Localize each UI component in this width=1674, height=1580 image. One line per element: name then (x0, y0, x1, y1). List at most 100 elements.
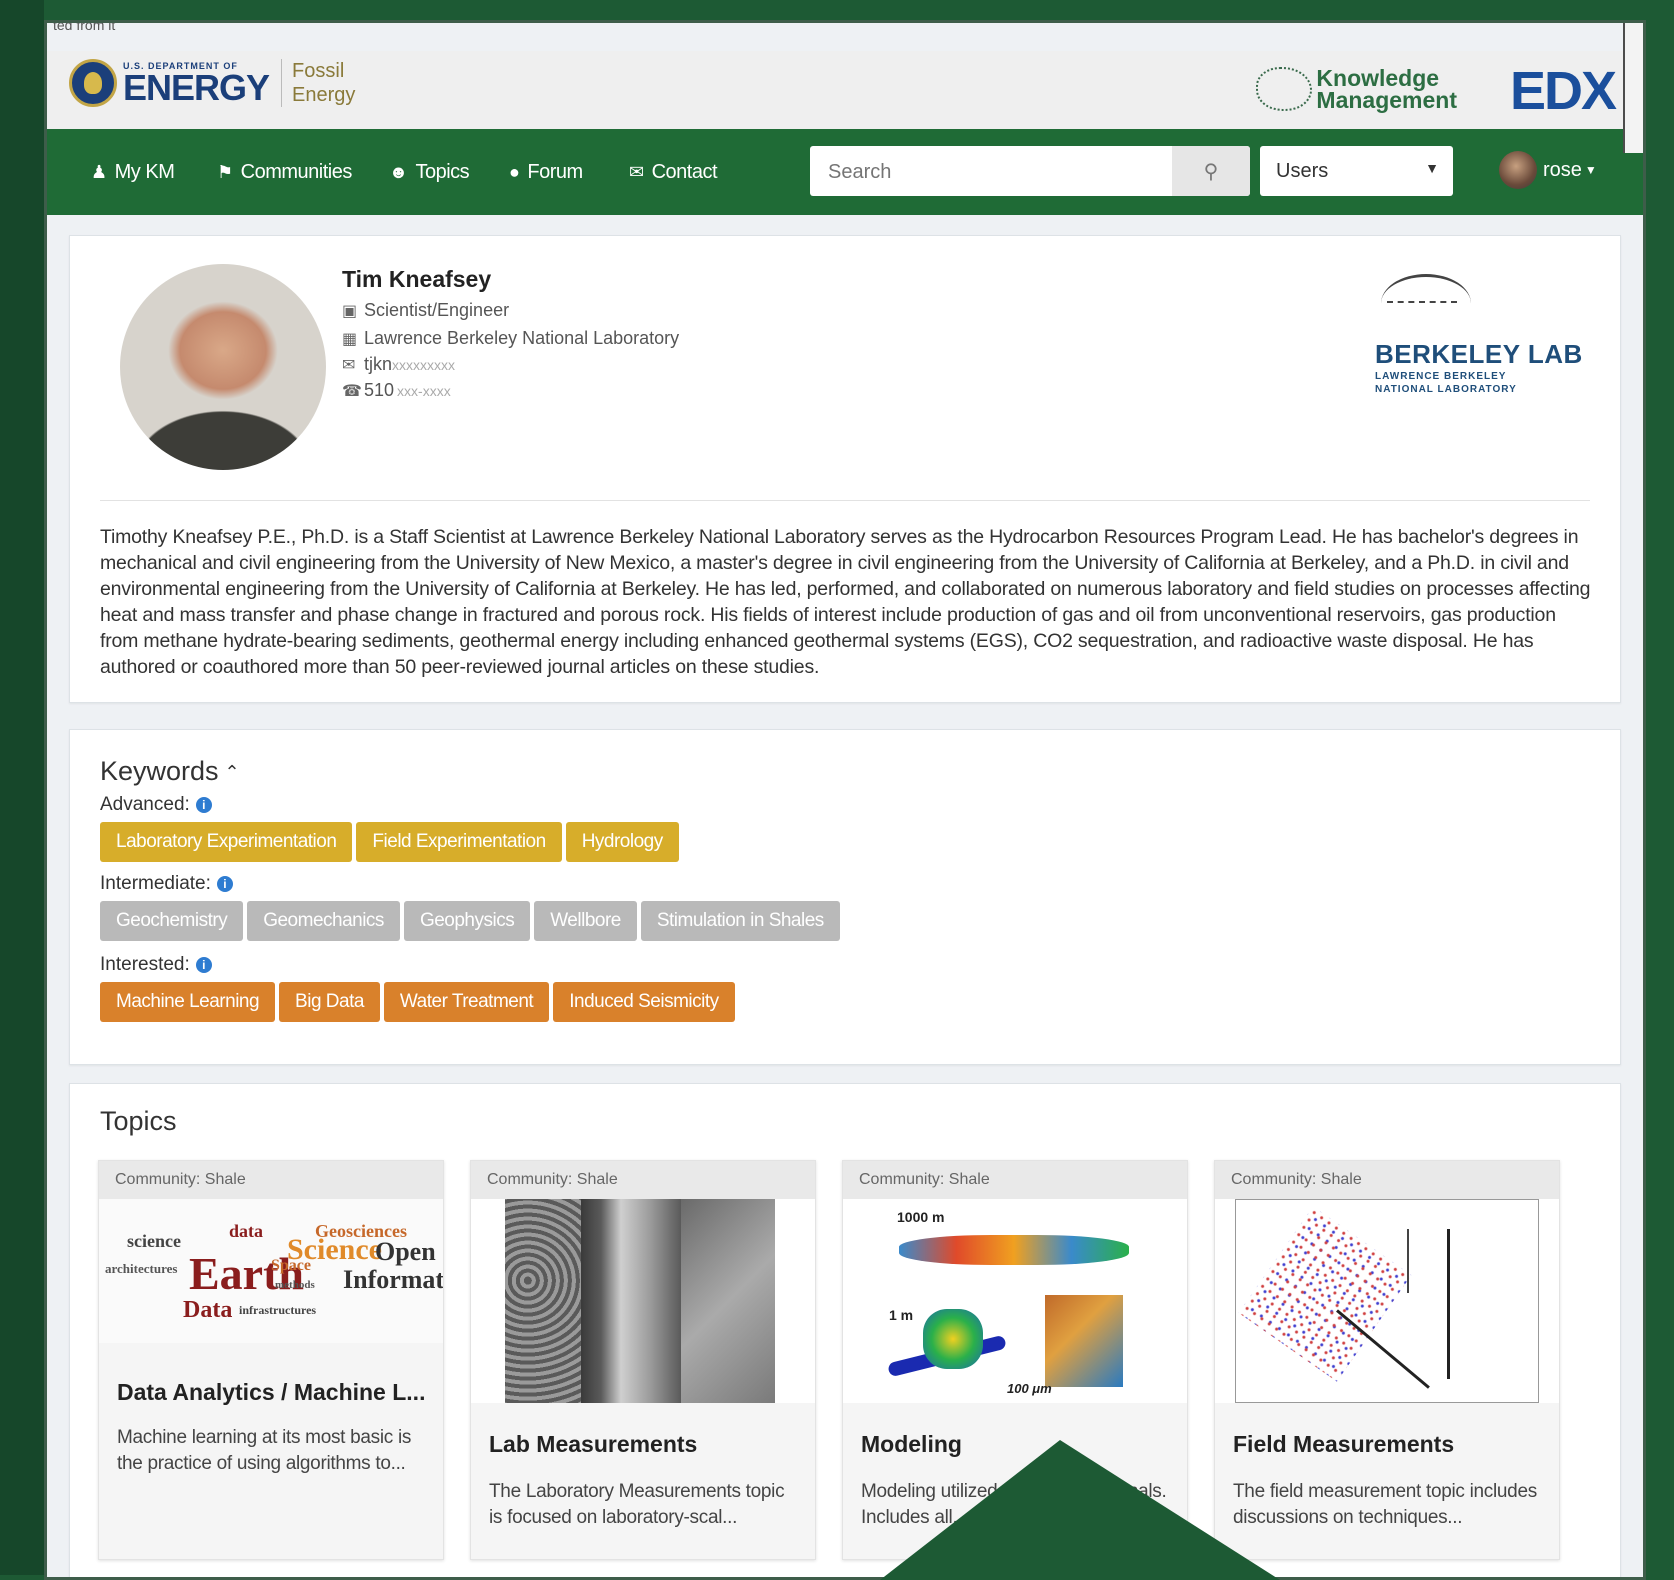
info-icon[interactable]: i (195, 956, 212, 973)
doe-wordmark: U.S. DEPARTMENT OF ENERGY (123, 61, 270, 108)
topic-card-data-analytics[interactable]: Community: Shale science data Geoscience… (98, 1160, 444, 1560)
keyword-tag[interactable]: Big Data (279, 982, 380, 1022)
topic-title[interactable]: Lab Measurements (489, 1431, 697, 1458)
user-menu[interactable]: rose ▼ (1499, 151, 1597, 189)
background-stripe (0, 0, 44, 1575)
keyword-tag[interactable]: Laboratory Experimentation (100, 822, 353, 862)
keyword-tag[interactable]: Water Treatment (383, 982, 550, 1022)
profile-email-masked: xxxxxxxxx (392, 356, 456, 373)
profile-phone-prefix: 510 (364, 380, 395, 400)
search-icon: ⚲ (1203, 160, 1219, 183)
avatar (1499, 151, 1537, 189)
nav-label: Topics (415, 161, 470, 183)
keyword-tag[interactable]: Field Experimentation (356, 822, 562, 862)
knowledge-management-logo[interactable]: Knowledge Management (1256, 65, 1457, 113)
wordcloud-word: science (127, 1231, 181, 1251)
search-box: ⚲ (810, 146, 1250, 198)
berkeley-lab-logo: BERKELEY LAB LAWRENCE BERKELEY NATIONAL … (1375, 274, 1585, 396)
nav-forum[interactable]: ● Forum (509, 161, 583, 184)
keyword-tag[interactable]: Geochemistry (100, 901, 244, 941)
topic-community: Community: Shale (99, 1161, 443, 1199)
fossil-energy-text: Fossil Energy (281, 59, 355, 107)
nav-contact[interactable]: ✉ Contact (629, 161, 718, 184)
caret-down-icon: ▼ (1425, 160, 1439, 176)
keyword-tag[interactable]: Geomechanics (247, 901, 400, 941)
keyword-tag[interactable]: Stimulation in Shales (640, 901, 840, 941)
caret-down-icon: ▼ (1584, 163, 1597, 177)
interested-tags: Machine Learning Big Data Water Treatmen… (100, 982, 735, 1022)
search-button[interactable]: ⚲ (1172, 146, 1250, 196)
km-line1: Knowledge (1316, 65, 1440, 91)
background-window (602, 20, 1646, 23)
modeling-image: 1000 m 1 m 100 μm (843, 1199, 1187, 1403)
keyword-tag[interactable]: Geophysics (403, 901, 531, 941)
profile-org-row: ▦ Lawrence Berkeley National Laboratory (342, 328, 679, 349)
advanced-label-row: Advanced: i (100, 794, 212, 816)
keyword-tag[interactable]: Hydrology (565, 822, 679, 862)
nav-communities[interactable]: ⚑ Communities (217, 161, 352, 184)
scale-label: 1 m (889, 1307, 914, 1323)
wordcloud-image: science data Geosciences Earth Space Sci… (99, 1199, 443, 1343)
wordcloud-word: Science (287, 1233, 382, 1266)
profile-phone-row: ☎ 510 xxx-xxxx (342, 380, 451, 401)
doe-logo[interactable]: U.S. DEPARTMENT OF ENERGY Fossil Energy (69, 59, 355, 107)
pore-model-graphic (1045, 1295, 1123, 1387)
km-line2: Management (1316, 87, 1457, 113)
search-input[interactable] (810, 146, 1190, 198)
info-icon[interactable]: i (216, 875, 233, 892)
info-icon[interactable]: i (195, 796, 212, 813)
lab-sub2: NATIONAL LABORATORY (1375, 384, 1517, 395)
keywords-card: Keywords ⌃ Advanced: i Laboratory Experime… (69, 729, 1621, 1065)
phone-icon: ☎ (342, 382, 362, 400)
wordcloud-word: data (229, 1221, 264, 1241)
advanced-label: Advanced: (100, 794, 190, 815)
fe-line1: Fossil (292, 60, 345, 82)
profile-phone-masked: xxx-xxxx (397, 382, 451, 399)
user-icon: ♟ (91, 162, 107, 182)
nav-topics[interactable]: ☻ Topics (389, 161, 470, 184)
topic-title[interactable]: Data Analytics / Machine L... (117, 1379, 425, 1406)
doe-big-text: ENERGY (123, 67, 270, 108)
nav-label: Contact (651, 161, 718, 183)
search-scope-select[interactable]: Users ▼ (1260, 146, 1453, 196)
profile-title: Scientist/Engineer (364, 300, 510, 320)
topic-card-lab-measurements[interactable]: Community: Shale Lab Measurements The La… (470, 1160, 816, 1560)
user-name: rose (1543, 158, 1582, 181)
profile-photo (120, 264, 326, 470)
profile-email-row[interactable]: ✉ tjkn xxxxxxxxx (342, 354, 455, 375)
comment-icon: ● (509, 162, 520, 182)
topic-description: Machine learning at its most basic is th… (117, 1427, 412, 1474)
topic-community: Community: Shale (1215, 1161, 1559, 1199)
edx-logo[interactable]: EDX (1510, 64, 1617, 118)
envelope-icon: ✉ (629, 162, 644, 182)
vertical-well-line (1447, 1229, 1450, 1379)
topics-card: Topics Community: Shale science data Geo… (69, 1083, 1621, 1577)
profile-organization: Lawrence Berkeley National Laboratory (364, 328, 680, 348)
lab-building-icon (1381, 274, 1471, 333)
micrograph-panel (505, 1199, 581, 1403)
keyword-tag[interactable]: Machine Learning (100, 982, 276, 1022)
nav-label: Forum (527, 161, 583, 183)
divider (100, 500, 1590, 501)
fe-line2: Energy (292, 84, 356, 106)
topics-title: Topics (100, 1106, 177, 1136)
wordcloud-word: methods (275, 1279, 315, 1291)
profile-card: Tim Kneafsey ▣ Scientist/Engineer ▦ Lawr… (69, 235, 1621, 703)
flag-icon: ⚑ (217, 162, 233, 182)
profile-title-row: ▣ Scientist/Engineer (342, 300, 509, 321)
building-icon: ▦ (342, 330, 358, 348)
nav-label: My KM (114, 161, 175, 183)
core-sample-panel (581, 1199, 681, 1403)
keyword-tag[interactable]: Wellbore (534, 901, 637, 941)
nav-my-km[interactable]: ♟ My KM (91, 161, 175, 184)
keyword-tag[interactable]: Induced Seismicity (553, 982, 735, 1022)
nav-label: Communities (240, 161, 353, 183)
keywords-toggle[interactable]: Keywords ⌃ (100, 756, 240, 787)
intermediate-label: Intermediate: (100, 873, 211, 894)
fracture-panel (681, 1199, 775, 1403)
lab-name: BERKELEY LAB (1375, 339, 1583, 369)
reservoir-model-graphic (899, 1235, 1129, 1265)
profile-bio: Timothy Kneafsey P.E., Ph.D. is a Staff … (100, 526, 1591, 678)
users-icon: ☻ (389, 162, 408, 182)
scale-label: 100 μm (1007, 1381, 1052, 1396)
